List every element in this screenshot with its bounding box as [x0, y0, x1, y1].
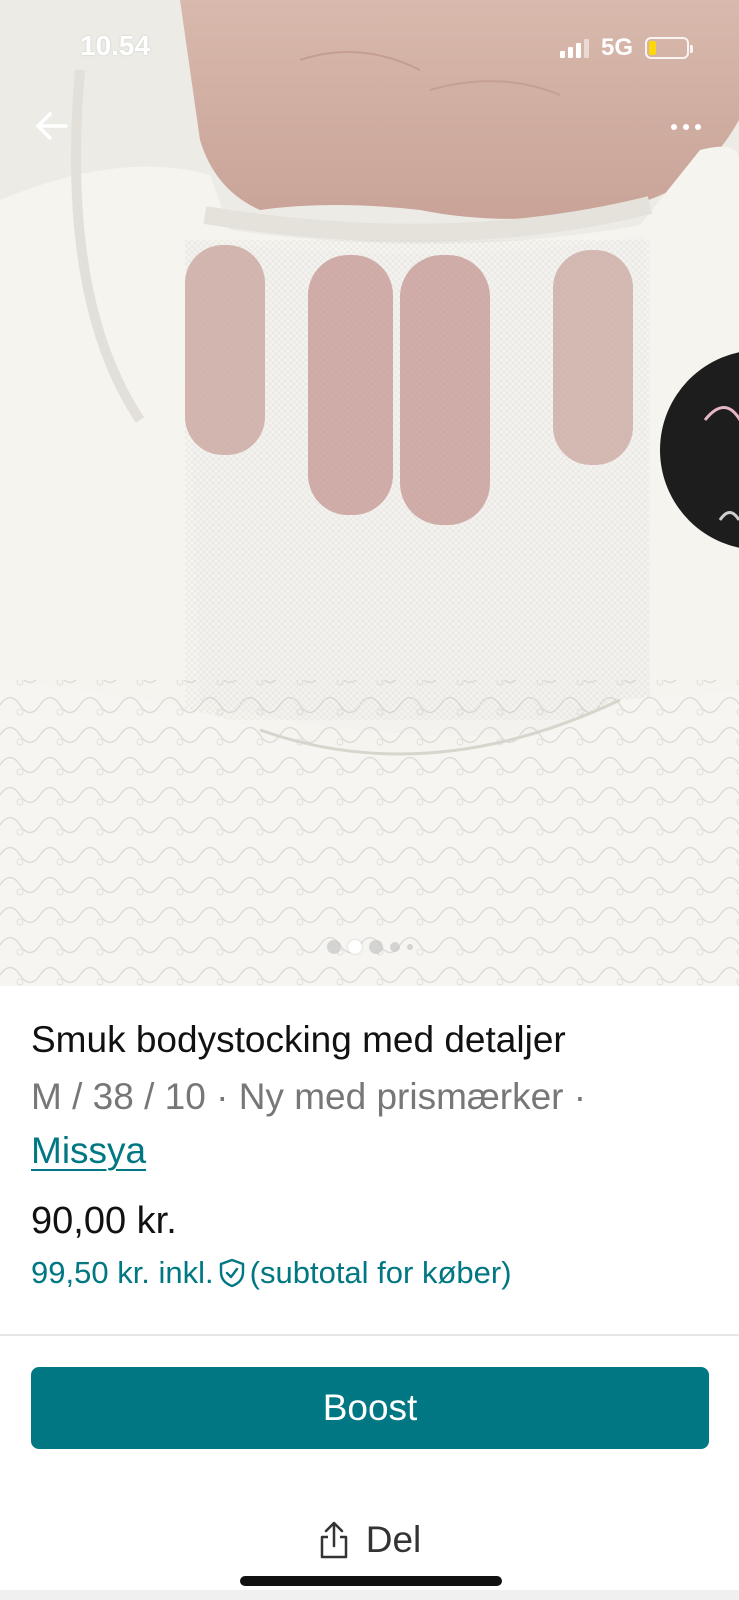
- network-type: 5G: [600, 34, 633, 61]
- photo-pagination[interactable]: [0, 940, 739, 954]
- pagination-dot[interactable]: [326, 940, 341, 954]
- more-dot: [683, 124, 689, 130]
- item-title: Smuk bodystocking med detaljer: [31, 1019, 566, 1060]
- screen: 10.54 5G Smuk bodystocking med detaljer: [0, 0, 739, 1600]
- buyer-price[interactable]: 99,50 kr. inkl. (subtotal for køber): [31, 1255, 711, 1291]
- shield-check-icon: [218, 1258, 246, 1288]
- product-photo[interactable]: 10.54 5G: [0, 0, 739, 986]
- boost-button[interactable]: Boost: [31, 1367, 709, 1449]
- pagination-dot[interactable]: [389, 942, 400, 952]
- bottom-strip: [0, 1590, 739, 1600]
- home-indicator[interactable]: [240, 1576, 502, 1586]
- share-icon: [320, 1521, 347, 1559]
- pagination-dot-active[interactable]: [347, 940, 362, 954]
- more-horizontal-icon: [671, 124, 677, 130]
- item-details: Smuk bodystocking med detaljer M / 38 / …: [31, 1018, 711, 1291]
- share-button[interactable]: Del: [0, 1510, 739, 1570]
- pagination-dot[interactable]: [368, 940, 383, 954]
- signal-icon: [559, 38, 589, 58]
- item-price: 90,00 kr.: [31, 1199, 177, 1242]
- buyer-price-note: (subtotal for køber): [249, 1254, 512, 1290]
- divider: [0, 1334, 739, 1336]
- status-time: 10.54: [80, 30, 151, 61]
- more-options-button[interactable]: [661, 112, 711, 142]
- more-dot: [695, 124, 701, 130]
- battery-level: [649, 41, 657, 55]
- back-button[interactable]: [30, 104, 74, 148]
- arrow-left-icon: [36, 112, 68, 140]
- battery-icon: [645, 37, 693, 59]
- item-meta: M / 38 / 10 · Ny med prismærker · Missya: [31, 1070, 711, 1177]
- share-label: Del: [365, 1519, 422, 1560]
- item-size-condition: M / 38 / 10 · Ny med prismærker ·: [31, 1076, 587, 1118]
- status-icons: 5G: [559, 34, 693, 62]
- product-photo-illustration: [0, 0, 739, 986]
- pagination-dot[interactable]: [406, 944, 413, 950]
- buyer-price-amount: 99,50 kr. inkl.: [31, 1254, 214, 1290]
- brand-link[interactable]: Missya: [31, 1130, 146, 1171]
